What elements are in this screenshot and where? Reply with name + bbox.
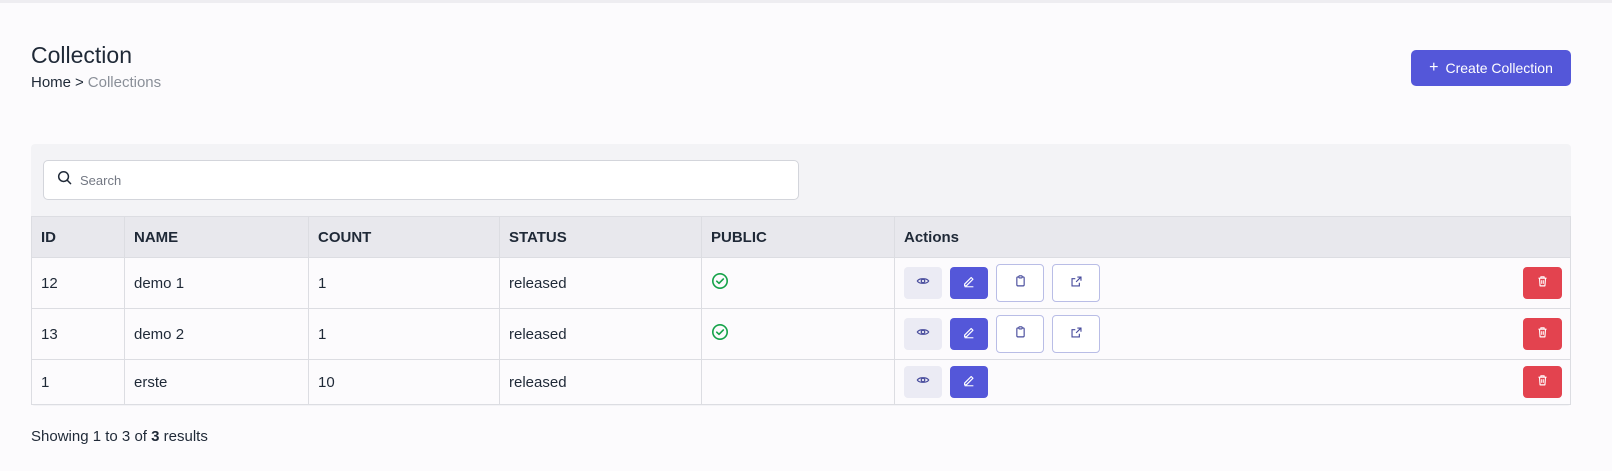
table-row: 13 demo 2 1 released [31, 308, 1571, 360]
cell-count: 1 [308, 308, 500, 360]
cell-public [701, 359, 895, 405]
view-button[interactable] [904, 366, 942, 398]
eye-icon [916, 373, 930, 391]
column-header-public: PUBLIC [701, 216, 895, 258]
cell-actions [894, 257, 1571, 309]
delete-button[interactable] [1523, 366, 1562, 398]
pencil-icon [962, 373, 976, 391]
column-header-id: ID [31, 216, 125, 258]
plus-icon: + [1429, 59, 1439, 76]
cell-status: released [499, 257, 702, 309]
action-group [904, 366, 1570, 398]
view-button[interactable] [904, 267, 942, 299]
check-circle-icon [711, 272, 729, 294]
summary-to: 3 [121, 428, 131, 445]
column-header-status: STATUS [499, 216, 702, 258]
collections-table: ID NAME COUNT STATUS PUBLIC Actions 12 d… [31, 216, 1571, 405]
cell-id: 12 [31, 257, 125, 309]
pagination-summary: Showing 1 to 3 of 3 results [31, 428, 208, 445]
action-group [904, 315, 1570, 353]
top-border [0, 0, 1612, 3]
cell-public [701, 308, 895, 360]
trash-icon [1536, 274, 1549, 292]
check-circle-icon [711, 323, 729, 345]
table-header-row: ID NAME COUNT STATUS PUBLIC Actions [31, 216, 1571, 258]
trash-icon [1536, 325, 1549, 343]
external-link-icon [1070, 326, 1083, 343]
cell-status: released [499, 308, 702, 360]
cell-actions [894, 308, 1571, 360]
cell-actions [894, 359, 1571, 405]
cell-name: erste [124, 359, 309, 405]
summary-from: 1 [92, 428, 102, 445]
trash-icon [1536, 373, 1549, 391]
clipboard-icon [1014, 274, 1027, 292]
cell-public [701, 257, 895, 309]
cell-count: 10 [308, 359, 500, 405]
column-header-count: COUNT [308, 216, 500, 258]
search-icon [57, 170, 72, 190]
cell-id: 13 [31, 308, 125, 360]
action-group [904, 264, 1570, 302]
delete-button[interactable] [1523, 318, 1562, 350]
edit-button[interactable] [950, 318, 988, 350]
summary-prefix: Showing [31, 428, 89, 445]
summary-of-word: of [134, 428, 147, 445]
breadcrumb-separator: > [75, 74, 84, 91]
table-row: 12 demo 1 1 released [31, 257, 1571, 309]
cell-status: released [499, 359, 702, 405]
breadcrumb: Home > Collections [31, 74, 161, 91]
cell-count: 1 [308, 257, 500, 309]
summary-total: 3 [151, 428, 160, 445]
create-collection-label: Create Collection [1445, 60, 1553, 76]
column-header-name: NAME [124, 216, 309, 258]
view-button[interactable] [904, 318, 942, 350]
cell-name: demo 2 [124, 308, 309, 360]
pencil-icon [962, 274, 976, 292]
summary-to-word: to [105, 428, 118, 445]
copy-button[interactable] [996, 264, 1044, 302]
breadcrumb-home[interactable]: Home [31, 74, 71, 91]
edit-button[interactable] [950, 366, 988, 398]
eye-icon [916, 325, 930, 343]
pencil-icon [962, 325, 976, 343]
cell-id: 1 [31, 359, 125, 405]
copy-button[interactable] [996, 315, 1044, 353]
create-collection-button[interactable]: + Create Collection [1411, 50, 1571, 86]
table-row: 1 erste 10 released [31, 359, 1571, 405]
clipboard-icon [1014, 325, 1027, 343]
summary-suffix: results [163, 428, 208, 445]
page-title: Collection [31, 42, 132, 68]
column-header-actions: Actions [894, 216, 1571, 258]
edit-button[interactable] [950, 267, 988, 299]
breadcrumb-current: Collections [87, 74, 162, 91]
search-input[interactable] [80, 172, 760, 188]
open-external-button[interactable] [1052, 315, 1100, 353]
delete-button[interactable] [1523, 267, 1562, 299]
open-external-button[interactable] [1052, 264, 1100, 302]
search-box[interactable] [43, 160, 799, 200]
cell-name: demo 1 [124, 257, 309, 309]
eye-icon [916, 274, 930, 292]
external-link-icon [1070, 275, 1083, 292]
collections-card: ID NAME COUNT STATUS PUBLIC Actions 12 d… [31, 144, 1571, 406]
